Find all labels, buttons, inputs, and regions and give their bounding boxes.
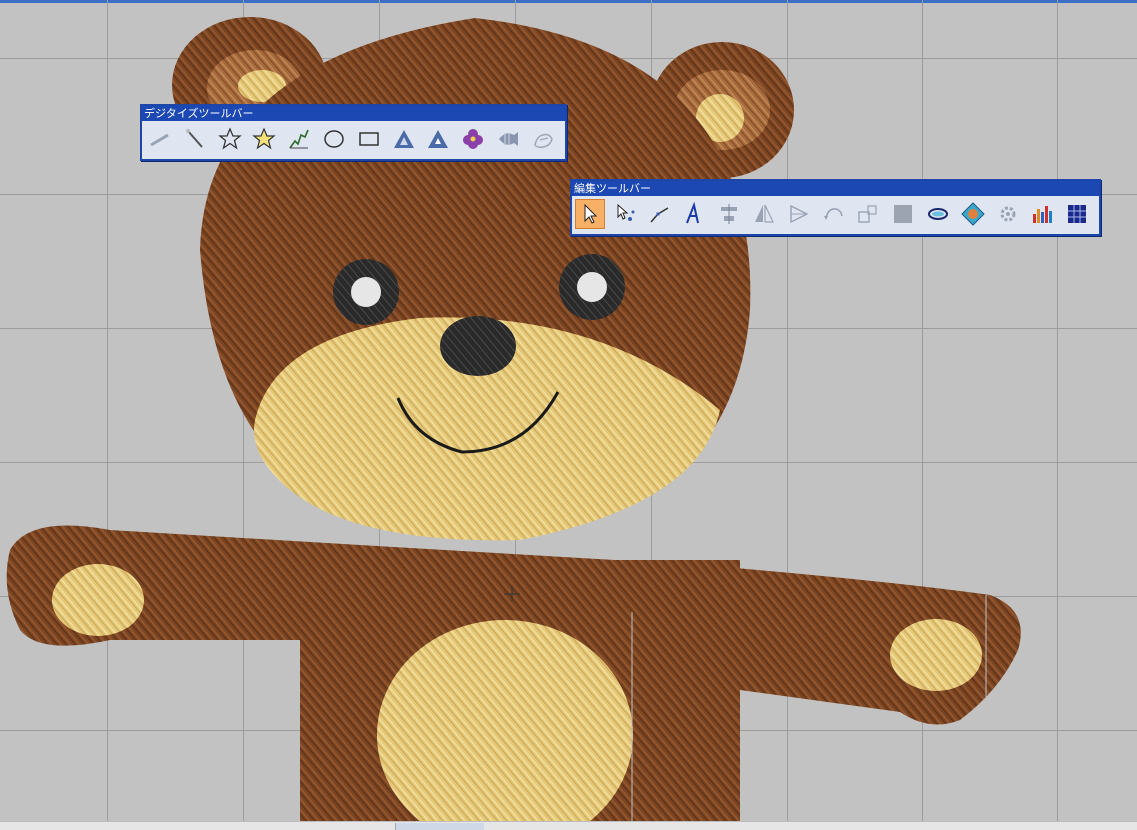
grid-button[interactable] (1062, 199, 1092, 229)
right-paw (890, 619, 982, 691)
gear-effect-button[interactable] (993, 199, 1023, 229)
right-eye-highlight (577, 272, 607, 302)
text-button[interactable] (679, 199, 709, 229)
stitch-path-icon (289, 129, 309, 149)
flower-icon (463, 129, 484, 149)
mirror-icon (754, 204, 774, 223)
glove-button[interactable] (528, 124, 558, 154)
glove-icon (533, 133, 553, 148)
grid-icon (1068, 205, 1087, 223)
left-eye-highlight (351, 277, 381, 307)
fish-button[interactable] (493, 124, 523, 154)
flower-button[interactable] (458, 124, 488, 154)
edit-toolbar-buttons (572, 196, 1099, 232)
reshape-button[interactable] (645, 199, 675, 229)
hand-stitch-button[interactable] (145, 124, 175, 154)
star-filled-button[interactable] (249, 124, 279, 154)
resize-icon (858, 205, 877, 223)
rotate-icon (823, 208, 843, 220)
ellipse-button[interactable] (319, 124, 349, 154)
stitch-path-button[interactable] (284, 124, 314, 154)
point-edit-icon (617, 203, 635, 221)
star-outline-button[interactable] (215, 124, 245, 154)
status-tab[interactable] (395, 823, 484, 830)
align-icon (721, 204, 738, 224)
edit-toolbar[interactable]: 編集ツールバー (570, 179, 1101, 236)
flip-button[interactable] (784, 199, 814, 229)
select-button[interactable] (575, 199, 605, 229)
left-paw (52, 564, 144, 636)
star-filled-icon (252, 127, 277, 150)
flip-icon (790, 204, 809, 224)
gear-effect-icon (1000, 206, 1016, 222)
select-arrow-icon (584, 203, 598, 224)
ellipse-icon (324, 130, 344, 148)
fill-triangle-icon (393, 130, 414, 148)
text-a-icon (686, 202, 700, 224)
color-bars-button[interactable] (1027, 199, 1057, 229)
point-edit-button[interactable] (610, 199, 640, 229)
status-strip (0, 821, 1137, 830)
monogram-button[interactable] (958, 199, 988, 229)
reshape-icon (650, 207, 668, 223)
wand-button[interactable] (180, 124, 210, 154)
wand-icon (185, 129, 203, 148)
edit-toolbar-title[interactable]: 編集ツールバー (572, 181, 1099, 196)
fish-icon (498, 132, 518, 146)
fill-triangle-2-button[interactable] (423, 124, 453, 154)
digitize-toolbar[interactable]: デジタイズツールバー (140, 104, 567, 161)
rectangle-button[interactable] (354, 124, 384, 154)
gray-square-button[interactable] (888, 199, 918, 229)
monogram-diamond-icon (961, 202, 985, 226)
rectangle-icon (359, 132, 379, 146)
digitize-toolbar-title[interactable]: デジタイズツールバー (142, 106, 565, 121)
hand-stitch-icon (150, 133, 169, 147)
rotate-button[interactable] (819, 199, 849, 229)
gray-square-icon (894, 205, 913, 223)
resize-button[interactable] (853, 199, 883, 229)
align-button[interactable] (714, 199, 744, 229)
mirror-button[interactable] (749, 199, 779, 229)
star-outline-icon (217, 127, 242, 150)
outline-oval-button[interactable] (923, 199, 953, 229)
crosshair-cursor-icon (504, 586, 520, 602)
outline-oval-icon (927, 208, 948, 220)
fill-triangle-button[interactable] (389, 124, 419, 154)
fill-triangle-2-icon (428, 130, 449, 148)
digitize-toolbar-buttons (142, 121, 565, 157)
bear-nose (440, 316, 516, 376)
color-bars-icon (1033, 206, 1053, 223)
